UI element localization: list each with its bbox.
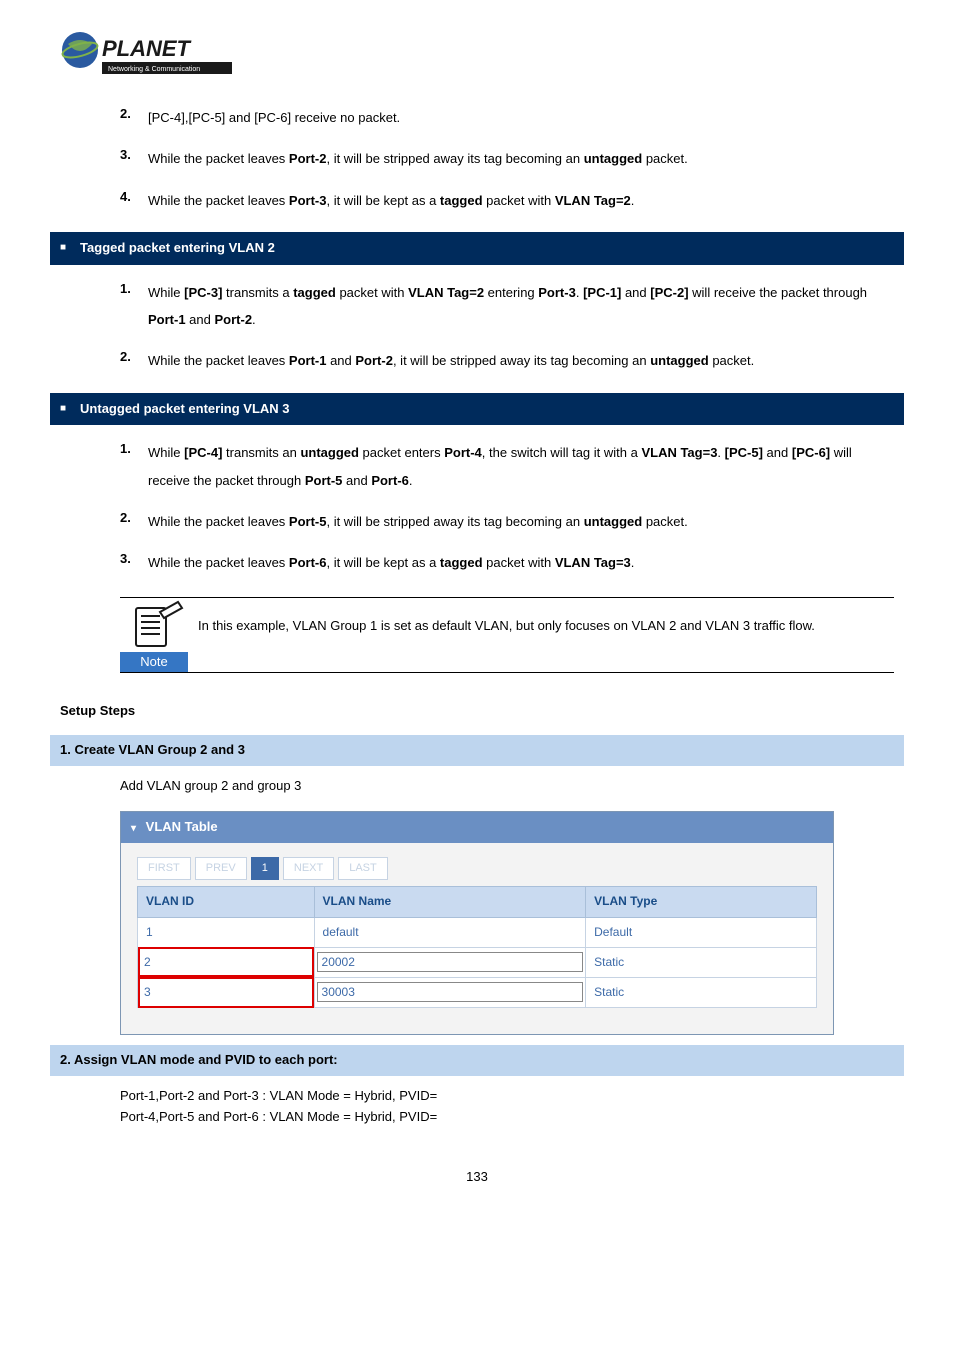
step-1-title: 1. Create VLAN Group 2 and 3 xyxy=(50,742,245,757)
cell-vlan-type: Static xyxy=(586,977,817,1007)
note-callout: Note In this example, VLAN Group 1 is se… xyxy=(120,597,894,673)
list-item: 4. While the packet leaves Port-3, it wi… xyxy=(120,187,894,214)
page-number: 133 xyxy=(60,1167,894,1188)
cell-vlan-name-input xyxy=(314,977,586,1007)
step-2-body: Port-1,Port-2 and Port-3 : VLAN Mode = H… xyxy=(120,1086,894,1128)
section-title: Untagged packet entering VLAN 3 xyxy=(80,399,289,420)
col-vlan-id: VLAN ID xyxy=(138,887,315,917)
note-label: Note xyxy=(140,654,167,669)
col-vlan-type: VLAN Type xyxy=(586,887,817,917)
section-header-untagged-vlan3: ■ Untagged packet entering VLAN 3 xyxy=(50,393,904,426)
step-2-bar: 2. Assign VLAN mode and PVID to each por… xyxy=(50,1045,904,1076)
item-text: While the packet leaves Port-6, it will … xyxy=(148,549,894,576)
vlan-table-panel: ▾ VLAN Table FIRST PREV 1 NEXT LAST VLAN… xyxy=(120,811,834,1035)
list-item: 2. While the packet leaves Port-1 and Po… xyxy=(120,347,894,374)
list-item: 3. While the packet leaves Port-2, it wi… xyxy=(120,145,894,172)
cell-vlan-id-highlight: 3 xyxy=(138,977,315,1007)
cell-vlan-name-input xyxy=(314,947,586,977)
list-item: 1. While [PC-3] transmits a tagged packe… xyxy=(120,279,894,334)
step-2-title: 2. Assign VLAN mode and PVID to each por… xyxy=(50,1052,338,1067)
section-title: Tagged packet entering VLAN 2 xyxy=(80,238,275,259)
table-row: 3 Static xyxy=(138,977,817,1007)
item-text: While [PC-4] transmits an untagged packe… xyxy=(148,439,894,494)
cell-vlan-type: Default xyxy=(586,917,817,947)
cell-vlan-name: default xyxy=(314,917,586,947)
square-bullet-icon: ■ xyxy=(60,240,66,256)
vlan-name-input[interactable] xyxy=(317,952,584,972)
item-text: While [PC-3] transmits a tagged packet w… xyxy=(148,279,894,334)
item-number: 1. xyxy=(120,279,148,334)
list-item: 1. While [PC-4] transmits an untagged pa… xyxy=(120,439,894,494)
logo-tagline: Networking & Communication xyxy=(108,66,200,73)
brand-logo: PLANET Networking & Communication xyxy=(60,30,894,86)
table-row: 2 Static xyxy=(138,947,817,977)
vlan-table-title: VLAN Table xyxy=(146,819,218,834)
vlan-name-input[interactable] xyxy=(317,982,584,1002)
item-number: 3. xyxy=(120,145,148,172)
item-number: 4. xyxy=(120,187,148,214)
item-text: While the packet leaves Port-2, it will … xyxy=(148,145,894,172)
cell-vlan-id: 1 xyxy=(138,917,315,947)
list-item: 2. [PC-4],[PC-5] and [PC-6] receive no p… xyxy=(120,104,894,131)
triangle-down-icon: ▾ xyxy=(131,823,136,834)
item-number: 2. xyxy=(120,508,148,535)
col-vlan-name: VLAN Name xyxy=(314,887,586,917)
item-number: 2. xyxy=(120,104,148,131)
setup-steps-heading: Setup Steps xyxy=(60,701,894,722)
note-icon: Note xyxy=(120,598,188,672)
item-text: While the packet leaves Port-5, it will … xyxy=(148,508,894,535)
table-header-row: VLAN ID VLAN Name VLAN Type xyxy=(138,887,817,917)
pager: FIRST PREV 1 NEXT LAST xyxy=(137,857,833,881)
note-text: In this example, VLAN Group 1 is set as … xyxy=(198,598,894,653)
section-tagged-list: 1. While [PC-3] transmits a tagged packe… xyxy=(60,279,894,375)
table-row: 1 default Default xyxy=(138,917,817,947)
item-text: While the packet leaves Port-1 and Port-… xyxy=(148,347,894,374)
step-2-line2: Port-4,Port-5 and Port-6 : VLAN Mode = H… xyxy=(120,1107,894,1128)
vlan-table-title-bar: ▾ VLAN Table xyxy=(121,812,833,843)
pager-page-current[interactable]: 1 xyxy=(251,857,279,881)
item-text: [PC-4],[PC-5] and [PC-6] receive no pack… xyxy=(148,104,894,131)
cell-vlan-type: Static xyxy=(586,947,817,977)
logo-text: PLANET xyxy=(102,36,192,61)
step-2-line1: Port-1,Port-2 and Port-3 : VLAN Mode = H… xyxy=(120,1086,894,1107)
pager-next-button[interactable]: NEXT xyxy=(283,857,334,881)
section-untagged-list: 1. While [PC-4] transmits an untagged pa… xyxy=(60,439,894,576)
section-header-tagged-vlan2: ■ Tagged packet entering VLAN 2 xyxy=(50,232,904,265)
item-number: 2. xyxy=(120,347,148,374)
step-1-bar: 1. Create VLAN Group 2 and 3 xyxy=(50,735,904,766)
item-number: 3. xyxy=(120,549,148,576)
pager-last-button[interactable]: LAST xyxy=(338,857,388,881)
square-bullet-icon: ■ xyxy=(60,401,66,417)
pager-first-button[interactable]: FIRST xyxy=(137,857,191,881)
list-item: 3. While the packet leaves Port-6, it wi… xyxy=(120,549,894,576)
step-1-body: Add VLAN group 2 and group 3 xyxy=(120,776,894,797)
top-list: 2. [PC-4],[PC-5] and [PC-6] receive no p… xyxy=(60,104,894,214)
vlan-table: VLAN ID VLAN Name VLAN Type 1 default De… xyxy=(137,886,817,1008)
list-item: 2. While the packet leaves Port-5, it wi… xyxy=(120,508,894,535)
item-text: While the packet leaves Port-3, it will … xyxy=(148,187,894,214)
cell-vlan-id-highlight: 2 xyxy=(138,947,315,977)
pager-prev-button[interactable]: PREV xyxy=(195,857,247,881)
item-number: 1. xyxy=(120,439,148,494)
